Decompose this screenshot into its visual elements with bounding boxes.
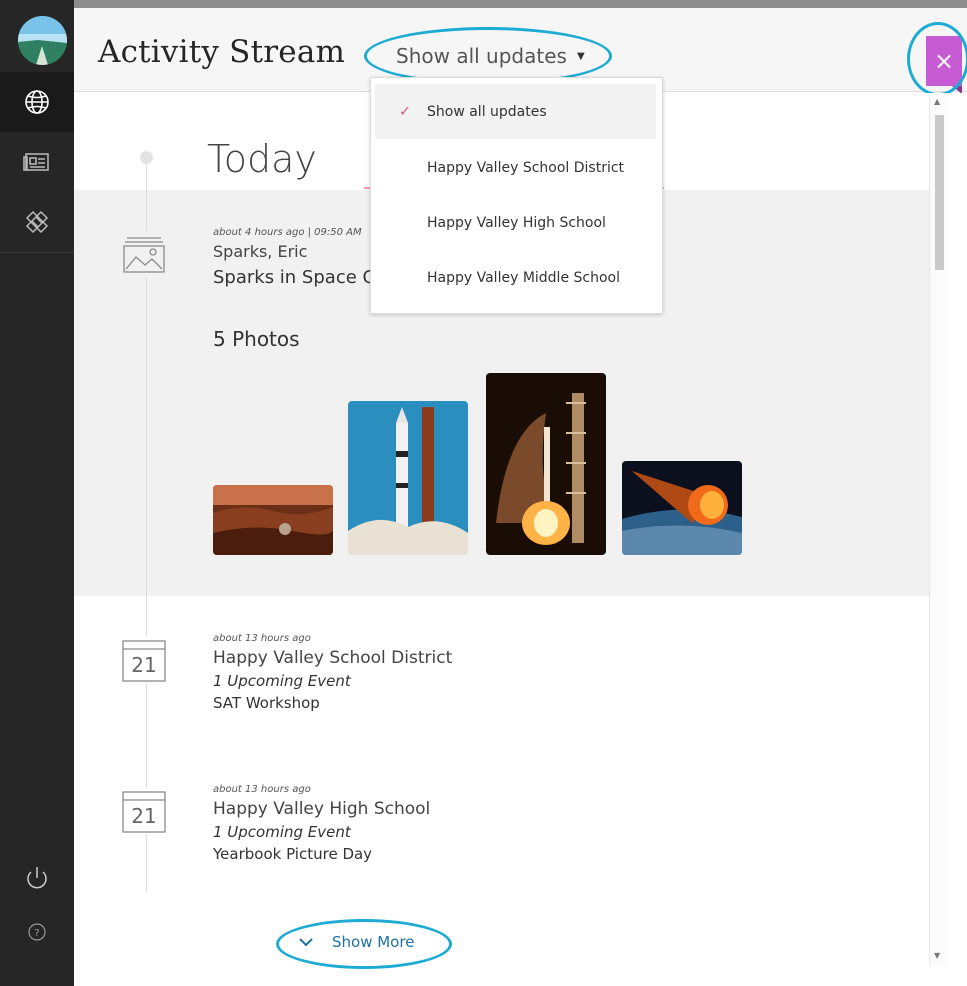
dropdown-option-middle-school[interactable]: Happy Valley Middle School [375,250,656,305]
power-icon [23,864,51,892]
scroll-thumb[interactable] [935,115,944,270]
photo-thumbnail[interactable] [213,485,333,555]
entry-subject[interactable]: Sparks in Space G [213,267,376,288]
dropdown-option-high-school[interactable]: Happy Valley High School [375,195,656,250]
photo-thumbnail[interactable] [486,373,606,555]
dropdown-option-district[interactable]: Happy Valley School District [375,140,656,195]
filter-dropdown-menu: ✓ Show all updates Happy Valley School D… [370,77,663,314]
dropdown-option-label: Happy Valley School District [427,159,625,176]
sidebar-divider [0,252,74,253]
scroll-down-icon[interactable]: ▼ [934,951,940,960]
timeline-dot [140,151,153,164]
help-icon: ? [27,922,47,942]
top-border [74,0,967,8]
entry-timestamp: about 4 hours ago | 09:50 AM [213,227,362,238]
entry-summary: 1 Upcoming Event [213,672,351,690]
sidebar-item-tools[interactable] [0,192,74,252]
entry-summary: 1 Upcoming Event [213,823,351,841]
calendar-icon: 21 [121,637,167,683]
calendar-day: 21 [131,653,157,677]
main-panel: Activity Stream Show all updates ▼ × Tod… [74,0,967,986]
svg-text:?: ? [34,928,39,939]
photo-thumbnail[interactable] [348,401,468,555]
image-icon [121,231,167,277]
dropdown-option-label: Show all updates [427,103,547,120]
sidebar-item-help[interactable]: ? [0,902,74,962]
calendar-day: 21 [131,804,157,828]
scrollbar[interactable]: ▲ ▼ [929,93,947,966]
entry-organization[interactable]: Happy Valley High School [213,799,430,819]
entry-organization[interactable]: Happy Valley School District [213,648,452,668]
scroll-up-icon[interactable]: ▲ [934,97,940,106]
entry-detail[interactable]: SAT Workshop [213,694,452,712]
dropdown-option-label: Happy Valley High School [427,214,606,231]
sidebar: ? [0,0,74,986]
news-icon [23,151,51,173]
dropdown-option-all[interactable]: ✓ Show all updates [375,84,656,139]
sidebar-item-logout[interactable] [0,848,74,908]
entry-timestamp: about 13 hours ago [213,784,311,795]
highlight-ring [276,919,452,969]
sidebar-item-stream[interactable] [0,132,74,192]
check-icon: ✓ [399,103,411,120]
avatar[interactable] [18,16,67,65]
right-margin [947,93,967,986]
page-title: Activity Stream [98,34,346,70]
entry-detail[interactable]: Yearbook Picture Day [213,845,430,863]
calendar-icon: 21 [121,788,167,834]
globe-icon [24,89,50,115]
photo-count: 5 Photos [213,327,300,351]
dropdown-option-label: Happy Valley Middle School [427,269,620,286]
entry-timestamp: about 13 hours ago [213,633,311,644]
sidebar-item-global[interactable] [0,72,74,132]
section-heading: Today [207,137,317,181]
photo-thumbnail[interactable] [622,461,742,555]
tools-icon [23,208,51,236]
highlight-ring [907,22,967,96]
entry-author[interactable]: Sparks, Eric [213,242,376,261]
